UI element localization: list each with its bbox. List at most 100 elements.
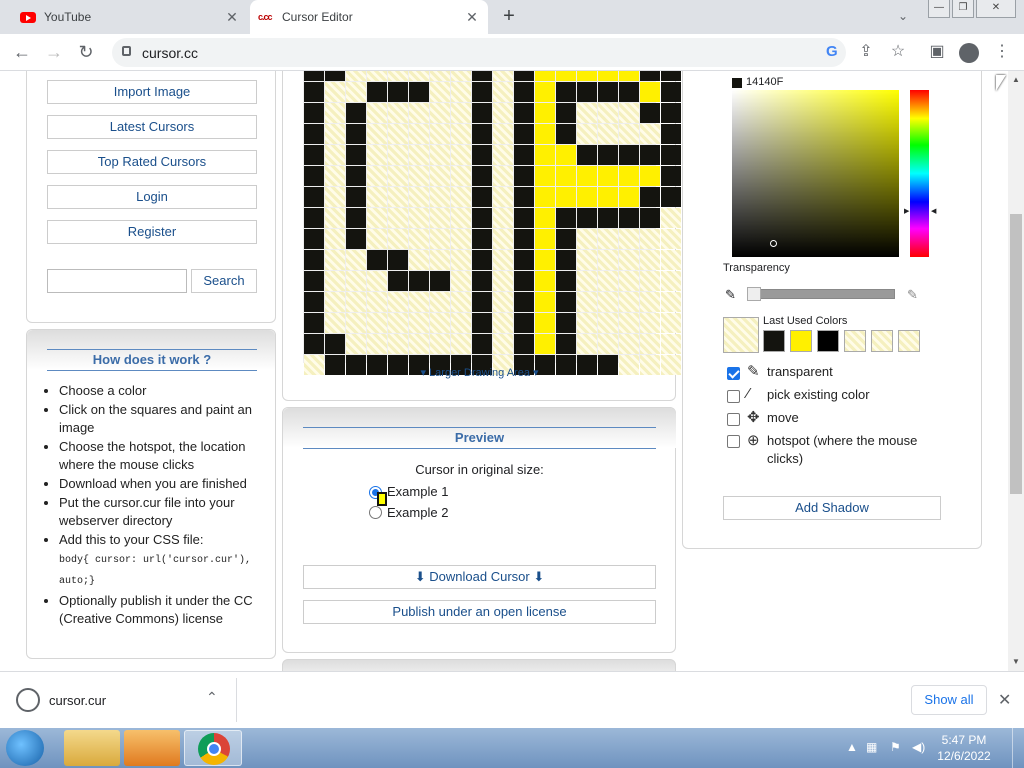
grid-cell[interactable] xyxy=(388,271,408,291)
grid-cell[interactable] xyxy=(451,271,471,291)
grid-cell[interactable] xyxy=(556,334,576,354)
grid-cell[interactable] xyxy=(514,166,534,186)
grid-cell[interactable] xyxy=(304,166,324,186)
grid-cell[interactable] xyxy=(598,229,618,249)
grid-cell[interactable] xyxy=(577,334,597,354)
grid-cell[interactable] xyxy=(493,313,513,333)
grid-cell[interactable] xyxy=(325,124,345,144)
grid-cell[interactable] xyxy=(514,145,534,165)
menu-kebab-icon[interactable]: ⋮ xyxy=(992,42,1012,62)
reload-icon[interactable]: ↻ xyxy=(74,40,98,64)
grid-cell[interactable] xyxy=(577,229,597,249)
grid-cell[interactable] xyxy=(346,271,366,291)
grid-cell[interactable] xyxy=(304,229,324,249)
grid-cell[interactable] xyxy=(472,292,492,312)
grid-cell[interactable] xyxy=(409,166,429,186)
grid-cell[interactable] xyxy=(661,271,681,291)
grid-cell[interactable] xyxy=(619,271,639,291)
page-scrollbar[interactable]: ▲ ▼ xyxy=(1008,71,1024,671)
grid-cell[interactable] xyxy=(430,124,450,144)
grid-cell[interactable] xyxy=(430,71,450,81)
grid-cell[interactable] xyxy=(367,103,387,123)
grid-cell[interactable] xyxy=(514,82,534,102)
back-arrow-icon[interactable]: ← xyxy=(10,40,34,64)
grid-cell[interactable] xyxy=(535,103,555,123)
grid-cell[interactable] xyxy=(598,145,618,165)
grid-cell[interactable] xyxy=(472,334,492,354)
grid-cell[interactable] xyxy=(577,103,597,123)
grid-cell[interactable] xyxy=(619,313,639,333)
grid-cell[interactable] xyxy=(451,208,471,228)
grid-cell[interactable] xyxy=(472,208,492,228)
grid-cell[interactable] xyxy=(598,71,618,81)
grid-cell[interactable] xyxy=(514,229,534,249)
grid-cell[interactable] xyxy=(535,250,555,270)
grid-cell[interactable] xyxy=(577,271,597,291)
download-file-name[interactable]: cursor.cur xyxy=(49,693,106,708)
scroll-up-arrow-icon[interactable]: ▲ xyxy=(1012,75,1020,84)
grid-cell[interactable] xyxy=(661,82,681,102)
grid-cell[interactable] xyxy=(304,313,324,333)
file-explorer-icon[interactable] xyxy=(64,730,120,766)
grid-cell[interactable] xyxy=(619,208,639,228)
grid-cell[interactable] xyxy=(388,250,408,270)
grid-cell[interactable] xyxy=(556,250,576,270)
grid-cell[interactable] xyxy=(556,103,576,123)
grid-cell[interactable] xyxy=(325,82,345,102)
grid-cell[interactable] xyxy=(472,103,492,123)
grid-cell[interactable] xyxy=(304,187,324,207)
grid-cell[interactable] xyxy=(619,292,639,312)
grid-cell[interactable] xyxy=(472,71,492,81)
grid-cell[interactable] xyxy=(640,208,660,228)
grid-cell[interactable] xyxy=(535,124,555,144)
grid-cell[interactable] xyxy=(304,124,324,144)
grid-cell[interactable] xyxy=(640,313,660,333)
grid-cell[interactable] xyxy=(409,229,429,249)
grid-cell[interactable] xyxy=(409,103,429,123)
grid-cell[interactable] xyxy=(388,187,408,207)
grid-cell[interactable] xyxy=(451,82,471,102)
grid-cell[interactable] xyxy=(493,208,513,228)
grid-cell[interactable] xyxy=(325,187,345,207)
grid-cell[interactable] xyxy=(640,229,660,249)
grid-cell[interactable] xyxy=(451,71,471,81)
grid-cell[interactable] xyxy=(556,82,576,102)
grid-cell[interactable] xyxy=(598,82,618,102)
grid-cell[interactable] xyxy=(535,166,555,186)
tab-cursor-editor[interactable]: c.cc Cursor Editor ✕ xyxy=(250,0,488,34)
grid-cell[interactable] xyxy=(619,82,639,102)
grid-cell[interactable] xyxy=(577,292,597,312)
grid-cell[interactable] xyxy=(304,334,324,354)
grid-cell[interactable] xyxy=(577,208,597,228)
grid-cell[interactable] xyxy=(472,82,492,102)
grid-cell[interactable] xyxy=(430,208,450,228)
grid-cell[interactable] xyxy=(577,250,597,270)
grid-cell[interactable] xyxy=(598,103,618,123)
tab-youtube[interactable]: YouTube ✕ xyxy=(0,0,248,34)
search-button[interactable]: Search xyxy=(191,269,257,293)
grid-cell[interactable] xyxy=(346,103,366,123)
transparency-slider-handle[interactable] xyxy=(747,287,761,301)
grid-cell[interactable] xyxy=(640,292,660,312)
grid-cell[interactable] xyxy=(451,187,471,207)
move-checkbox[interactable] xyxy=(727,413,740,426)
grid-cell[interactable] xyxy=(619,334,639,354)
grid-cell[interactable] xyxy=(619,229,639,249)
grid-cell[interactable] xyxy=(619,103,639,123)
grid-cell[interactable] xyxy=(640,71,660,81)
transparency-slider[interactable] xyxy=(747,287,895,301)
grid-cell[interactable] xyxy=(493,292,513,312)
pick-existing-color-checkbox[interactable] xyxy=(727,390,740,403)
grid-cell[interactable] xyxy=(619,124,639,144)
grid-cell[interactable] xyxy=(472,229,492,249)
grid-cell[interactable] xyxy=(556,124,576,144)
grid-cell[interactable] xyxy=(640,145,660,165)
grid-cell[interactable] xyxy=(451,103,471,123)
grid-cell[interactable] xyxy=(325,229,345,249)
grid-cell[interactable] xyxy=(514,71,534,81)
grid-cell[interactable] xyxy=(346,166,366,186)
grid-cell[interactable] xyxy=(304,145,324,165)
bookmark-star-icon[interactable]: ☆ xyxy=(888,42,908,62)
grid-cell[interactable] xyxy=(619,250,639,270)
grid-cell[interactable] xyxy=(325,271,345,291)
